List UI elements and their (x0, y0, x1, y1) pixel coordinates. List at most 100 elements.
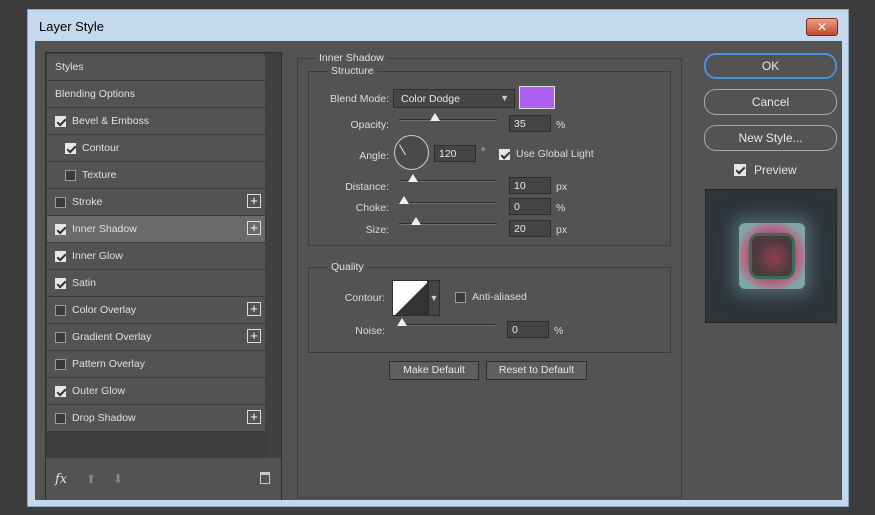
noise-slider[interactable] (397, 318, 495, 326)
distance-slider[interactable] (399, 174, 497, 182)
structure-group: Structure Blend Mode: Color Dodge ▼ Opac… (308, 65, 671, 246)
color-overlay-checkbox[interactable] (55, 304, 66, 316)
preview-row[interactable]: Preview (734, 163, 797, 177)
style-item-blending-options[interactable]: Blending Options (47, 81, 265, 107)
opacity-unit: % (556, 119, 566, 131)
trash-icon[interactable] (260, 472, 270, 484)
shadow-color-swatch[interactable] (519, 86, 555, 109)
noise-input[interactable]: 0 (507, 321, 549, 338)
chevron-down-icon: ▼ (500, 93, 509, 103)
style-item-label: Styles (55, 61, 84, 73)
styles-list-panel: Styles Blending Options Bevel & Emboss Cont… (45, 52, 282, 500)
angle-label: Angle: (359, 150, 389, 162)
opacity-slider-thumb[interactable] (429, 113, 440, 121)
styles-scrollbar[interactable] (266, 54, 281, 458)
noise-slider-thumb[interactable] (397, 318, 407, 326)
add-drop-shadow-icon[interactable]: + (247, 410, 261, 424)
style-item-color-overlay[interactable]: Color Overlay + (47, 297, 265, 323)
style-item-bevel-emboss[interactable]: Bevel & Emboss (47, 108, 265, 134)
choke-slider-thumb[interactable] (399, 196, 409, 204)
new-style-button[interactable]: New Style... (704, 125, 837, 151)
opacity-label: Opacity: (350, 119, 389, 131)
angle-unit: ° (481, 146, 486, 158)
preview-checkbox[interactable] (734, 164, 746, 176)
use-global-light-checkbox[interactable] (499, 148, 510, 160)
anti-aliased-row[interactable]: Anti-aliased (455, 291, 527, 303)
style-item-label: Texture (82, 169, 117, 181)
angle-needle (399, 144, 406, 156)
outer-glow-checkbox[interactable] (55, 385, 66, 397)
make-default-button[interactable]: Make Default (389, 361, 479, 380)
close-icon: ✕ (816, 20, 828, 34)
style-item-drop-shadow[interactable]: Drop Shadow + (47, 405, 265, 431)
size-slider[interactable] (399, 217, 497, 225)
blend-mode-value: Color Dodge (401, 93, 460, 105)
style-item-label: Pattern Overlay (72, 358, 145, 370)
move-up-icon[interactable]: ⬆ (86, 472, 96, 486)
styles-footer: fx ⬆ ⬇ (46, 458, 281, 500)
contour-checkbox[interactable] (65, 142, 76, 154)
angle-dial[interactable] (394, 135, 429, 170)
distance-input[interactable]: 10 (509, 177, 551, 194)
add-stroke-icon[interactable]: + (247, 194, 261, 208)
preview-label: Preview (754, 163, 797, 177)
style-item-texture[interactable]: Texture (47, 162, 265, 188)
contour-preview[interactable] (392, 280, 428, 316)
add-gradient-overlay-icon[interactable]: + (247, 329, 261, 343)
opacity-slider[interactable] (399, 113, 497, 121)
choke-input[interactable]: 0 (509, 198, 551, 215)
style-item-label: Inner Glow (72, 250, 123, 262)
inner-glow-checkbox[interactable] (55, 250, 66, 262)
pattern-overlay-checkbox[interactable] (55, 358, 66, 370)
add-color-overlay-icon[interactable]: + (247, 302, 261, 316)
style-item-label: Drop Shadow (72, 412, 136, 424)
contour-dropdown[interactable]: ▼ (428, 280, 440, 316)
style-item-label: Outer Glow (72, 385, 126, 397)
opacity-input[interactable]: 35 (509, 115, 551, 132)
quality-title: Quality (328, 261, 367, 273)
title-bar[interactable]: Layer Style ✕ (28, 10, 848, 40)
style-item-contour[interactable]: Contour (47, 135, 265, 161)
size-slider-thumb[interactable] (411, 217, 422, 225)
drop-shadow-checkbox[interactable] (55, 412, 66, 424)
stroke-checkbox[interactable] (55, 196, 66, 208)
satin-checkbox[interactable] (55, 277, 66, 289)
style-item-pattern-overlay[interactable]: Pattern Overlay (47, 351, 265, 377)
style-item-label: Bevel & Emboss (72, 115, 150, 127)
cancel-button[interactable]: Cancel (704, 89, 837, 115)
preview-image-inner (749, 233, 795, 279)
anti-aliased-label: Anti-aliased (472, 291, 527, 303)
ok-button[interactable]: OK (704, 53, 837, 79)
style-item-styles[interactable]: Styles (47, 54, 265, 80)
close-button[interactable]: ✕ (806, 18, 838, 36)
angle-input[interactable]: 120 (434, 145, 476, 162)
distance-unit: px (556, 181, 568, 193)
size-input[interactable]: 20 (509, 220, 551, 237)
add-inner-shadow-icon[interactable]: + (247, 221, 261, 235)
choke-slider[interactable] (399, 196, 497, 204)
size-unit: px (556, 224, 568, 236)
style-item-label: Color Overlay (72, 304, 137, 316)
move-down-icon[interactable]: ⬇ (113, 472, 123, 486)
texture-checkbox[interactable] (65, 169, 76, 181)
style-preview-thumbnail (705, 189, 837, 323)
style-item-satin[interactable]: Satin (47, 270, 265, 296)
section-title: Inner Shadow (316, 52, 387, 64)
style-item-label: Contour (82, 142, 120, 154)
gradient-overlay-checkbox[interactable] (55, 331, 66, 343)
style-item-inner-shadow[interactable]: Inner Shadow + (47, 216, 265, 242)
style-item-label: Inner Shadow (72, 223, 137, 235)
distance-slider-thumb[interactable] (407, 174, 418, 182)
bevel-emboss-checkbox[interactable] (55, 115, 66, 127)
inner-shadow-checkbox[interactable] (55, 223, 66, 235)
add-effect-button[interactable]: fx (55, 472, 67, 487)
style-item-outer-glow[interactable]: Outer Glow (47, 378, 265, 404)
style-item-stroke[interactable]: Stroke + (47, 189, 265, 215)
style-item-gradient-overlay[interactable]: Gradient Overlay + (47, 324, 265, 350)
dialog-content: Styles Blending Options Bevel & Emboss Cont… (35, 41, 842, 500)
use-global-light-row[interactable]: Use Global Light (499, 148, 594, 160)
style-item-inner-glow[interactable]: Inner Glow (47, 243, 265, 269)
blend-mode-select[interactable]: Color Dodge ▼ (393, 89, 515, 108)
anti-aliased-checkbox[interactable] (455, 291, 466, 303)
reset-to-default-button[interactable]: Reset to Default (486, 361, 587, 380)
